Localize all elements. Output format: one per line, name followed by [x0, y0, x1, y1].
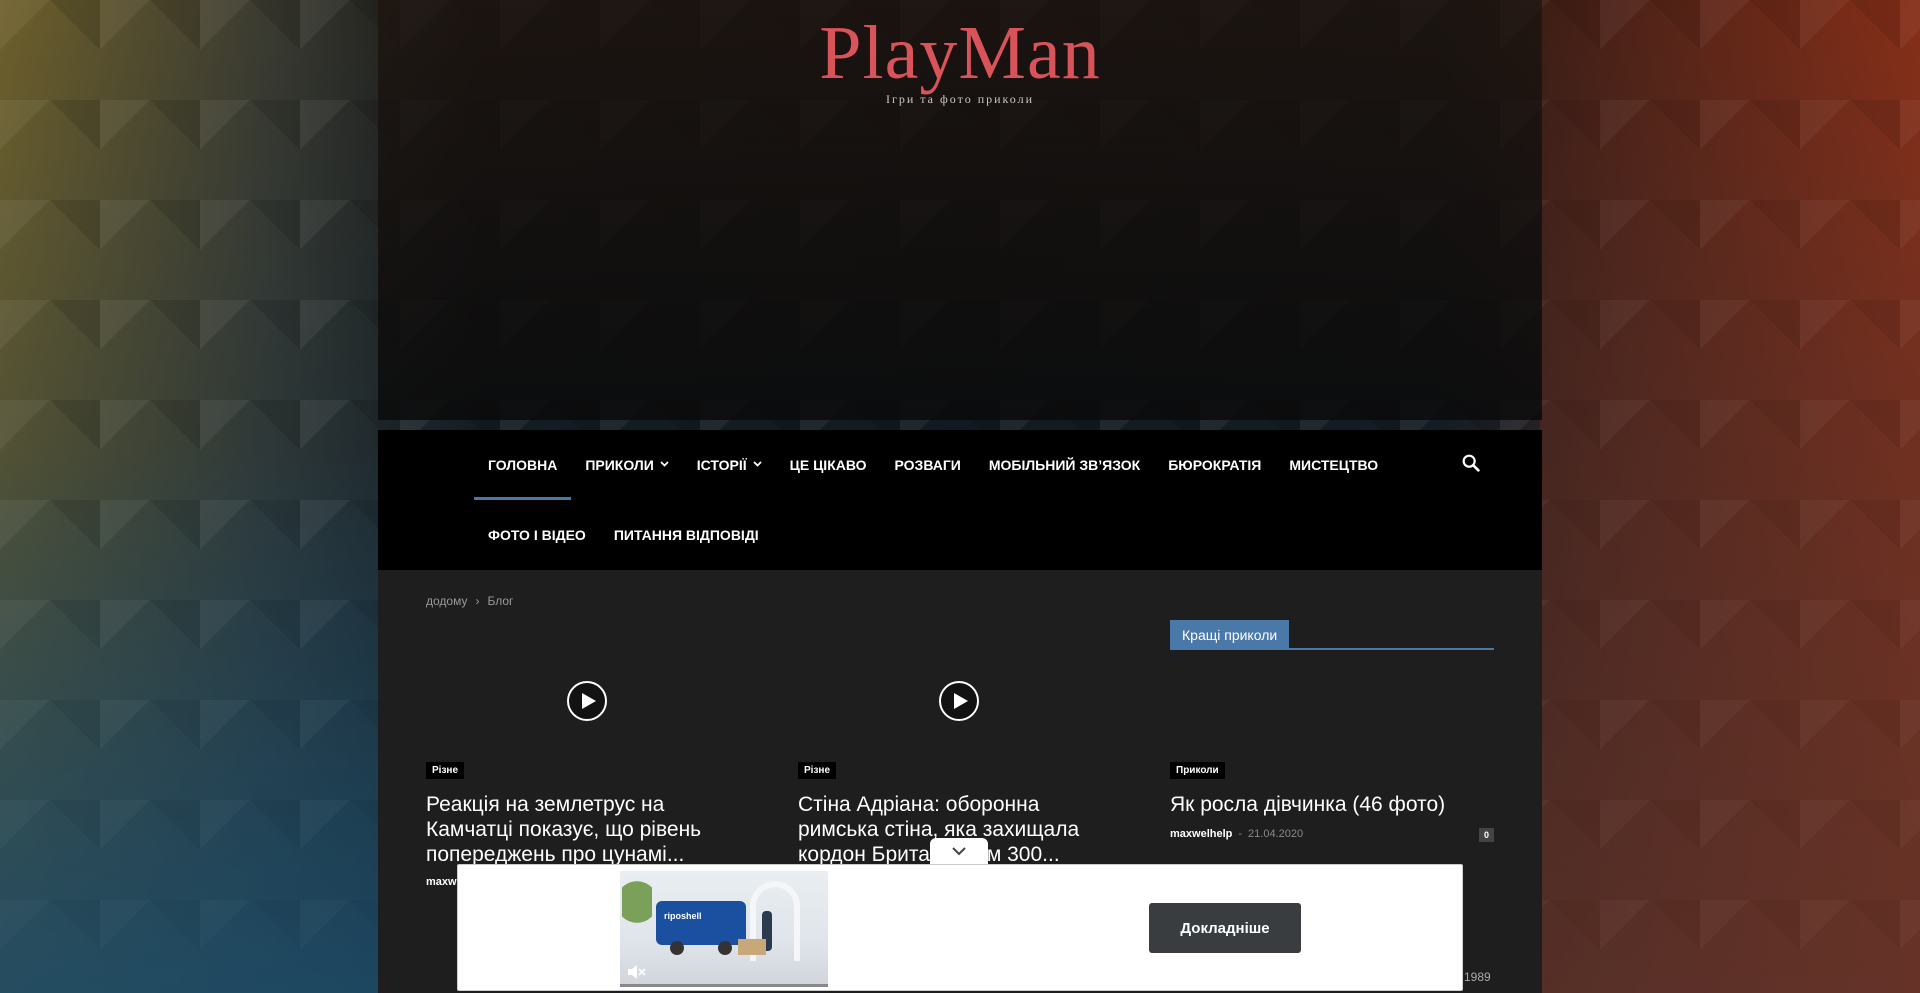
- play-video-icon[interactable]: [939, 681, 979, 721]
- sidebar-post-title[interactable]: Як росла дівчинка (46 фото): [1170, 792, 1494, 817]
- site-tagline: Ігри та фото приколи: [885, 92, 1035, 106]
- background-left-gradient: [0, 0, 380, 993]
- nav-item[interactable]: ПИТАННЯ ВІДПОВІДІ: [600, 500, 773, 570]
- chevron-down-icon: [660, 459, 669, 470]
- nav-item[interactable]: БЮРОКРАТІЯ: [1154, 430, 1275, 500]
- nav-item-label: ПРИКОЛИ: [585, 457, 654, 473]
- post-author[interactable]: maxw: [426, 876, 457, 888]
- ad-progress-bar: [620, 984, 828, 987]
- nav-item-label: ФОТО І ВІДЕО: [488, 527, 586, 543]
- nav-item-label: ГОЛОВНА: [488, 457, 558, 473]
- search-icon[interactable]: [1460, 452, 1482, 474]
- breadcrumb-separator: ›: [475, 594, 480, 608]
- post-thumbnail[interactable]: [426, 632, 750, 762]
- ad-truck-graphic: riposhell: [656, 901, 746, 945]
- sidebar-post-thumbnail[interactable]: [1170, 650, 1494, 770]
- sidebar-post-meta: maxwelhelp - 21.04.2020: [1170, 828, 1303, 840]
- nav-item-label: ПИТАННЯ ВІДПОВІДІ: [613, 527, 759, 543]
- sidebar-post-category-badge[interactable]: Приколи: [1170, 762, 1225, 779]
- nav-item-label: МИСТЕЦТВО: [1289, 457, 1379, 473]
- meta-separator: -: [1238, 828, 1243, 840]
- ad-wheel-graphic: [670, 941, 684, 955]
- sidebar-block-header: Кращі приколи: [1170, 620, 1494, 650]
- ad-brand-text: riposhell: [664, 911, 702, 921]
- nav-item[interactable]: ГОЛОВНА: [474, 430, 572, 500]
- nav-item[interactable]: ФОТО І ВІДЕО: [474, 500, 600, 570]
- background-right-gradient: [1540, 0, 1920, 993]
- ad-cta-button[interactable]: Докладніше: [1149, 903, 1301, 953]
- muted-speaker-icon[interactable]: [626, 963, 646, 981]
- breadcrumb: додому › Блог: [426, 594, 513, 608]
- post-card[interactable]: Різне Реакція на землетрус на Камчатці п…: [426, 632, 750, 888]
- comment-count-badge[interactable]: 0: [1478, 828, 1494, 842]
- ad-boxes-graphic: [738, 939, 766, 955]
- post-card[interactable]: Різне Стіна Адріана: оборонна римська ст…: [798, 632, 1122, 866]
- sidebar: Кращі приколи Приколи Як росла дівчинка …: [1170, 620, 1494, 842]
- post-thumbnail[interactable]: [798, 632, 1122, 762]
- chevron-down-icon: [752, 459, 762, 470]
- ad-video-image[interactable]: riposhell: [620, 871, 828, 987]
- site-header: PlayMan Ігри та фото приколи: [378, 0, 1542, 420]
- post-title[interactable]: Реакція на землетрус на Камчатці показує…: [426, 792, 750, 867]
- ad-banner[interactable]: riposhell Докладніше: [457, 864, 1463, 991]
- nav-item[interactable]: ПРИКОЛИ: [571, 430, 682, 500]
- nav-row-1: ГОЛОВНА ПРИКОЛИ ІСТОРІЇ ЦЕ ЦІКАВО РОЗВАГИ МОБ…: [474, 430, 1392, 500]
- post-category-badge[interactable]: Різне: [426, 762, 465, 779]
- ad-collapse-button[interactable]: [930, 838, 988, 866]
- nav-item-label: ЦЕ ЦІКАВО: [789, 457, 867, 473]
- nav-item-label: РОЗВАГИ: [894, 457, 961, 473]
- sidebar-partial-text: 1989: [1464, 970, 1491, 984]
- nav-item[interactable]: МОБІЛЬНИЙ ЗВ’ЯЗОК: [975, 430, 1154, 500]
- nav-item[interactable]: МИСТЕЦТВО: [1275, 430, 1392, 500]
- nav-item-label: МОБІЛЬНИЙ ЗВ’ЯЗОК: [988, 457, 1141, 473]
- ad-tree-graphic: [622, 881, 652, 951]
- nav-item-label: ІСТОРІЇ: [696, 457, 747, 473]
- breadcrumb-current: Блог: [487, 594, 514, 608]
- breadcrumb-home-link[interactable]: додому: [426, 594, 467, 608]
- ad-wheel-graphic: [718, 941, 732, 955]
- nav-item-label: БЮРОКРАТІЯ: [1168, 457, 1262, 473]
- sidebar-block-title: Кращі приколи: [1170, 620, 1290, 650]
- nav-item[interactable]: РОЗВАГИ: [881, 430, 975, 500]
- chevron-down-icon: [951, 843, 967, 861]
- nav-item[interactable]: ІСТОРІЇ: [683, 430, 776, 500]
- site-logo[interactable]: PlayMan: [378, 13, 1542, 94]
- sidebar-post-date: 21.04.2020: [1248, 828, 1304, 840]
- post-category-badge[interactable]: Різне: [798, 762, 837, 779]
- main-nav: ГОЛОВНА ПРИКОЛИ ІСТОРІЇ ЦЕ ЦІКАВО РОЗВАГИ МОБ…: [378, 430, 1542, 570]
- nav-item[interactable]: ЦЕ ЦІКАВО: [776, 430, 881, 500]
- sidebar-post-author[interactable]: maxwelhelp: [1170, 828, 1232, 840]
- nav-row-2: ФОТО І ВІДЕО ПИТАННЯ ВІДПОВІДІ: [474, 500, 773, 570]
- play-video-icon[interactable]: [567, 681, 607, 721]
